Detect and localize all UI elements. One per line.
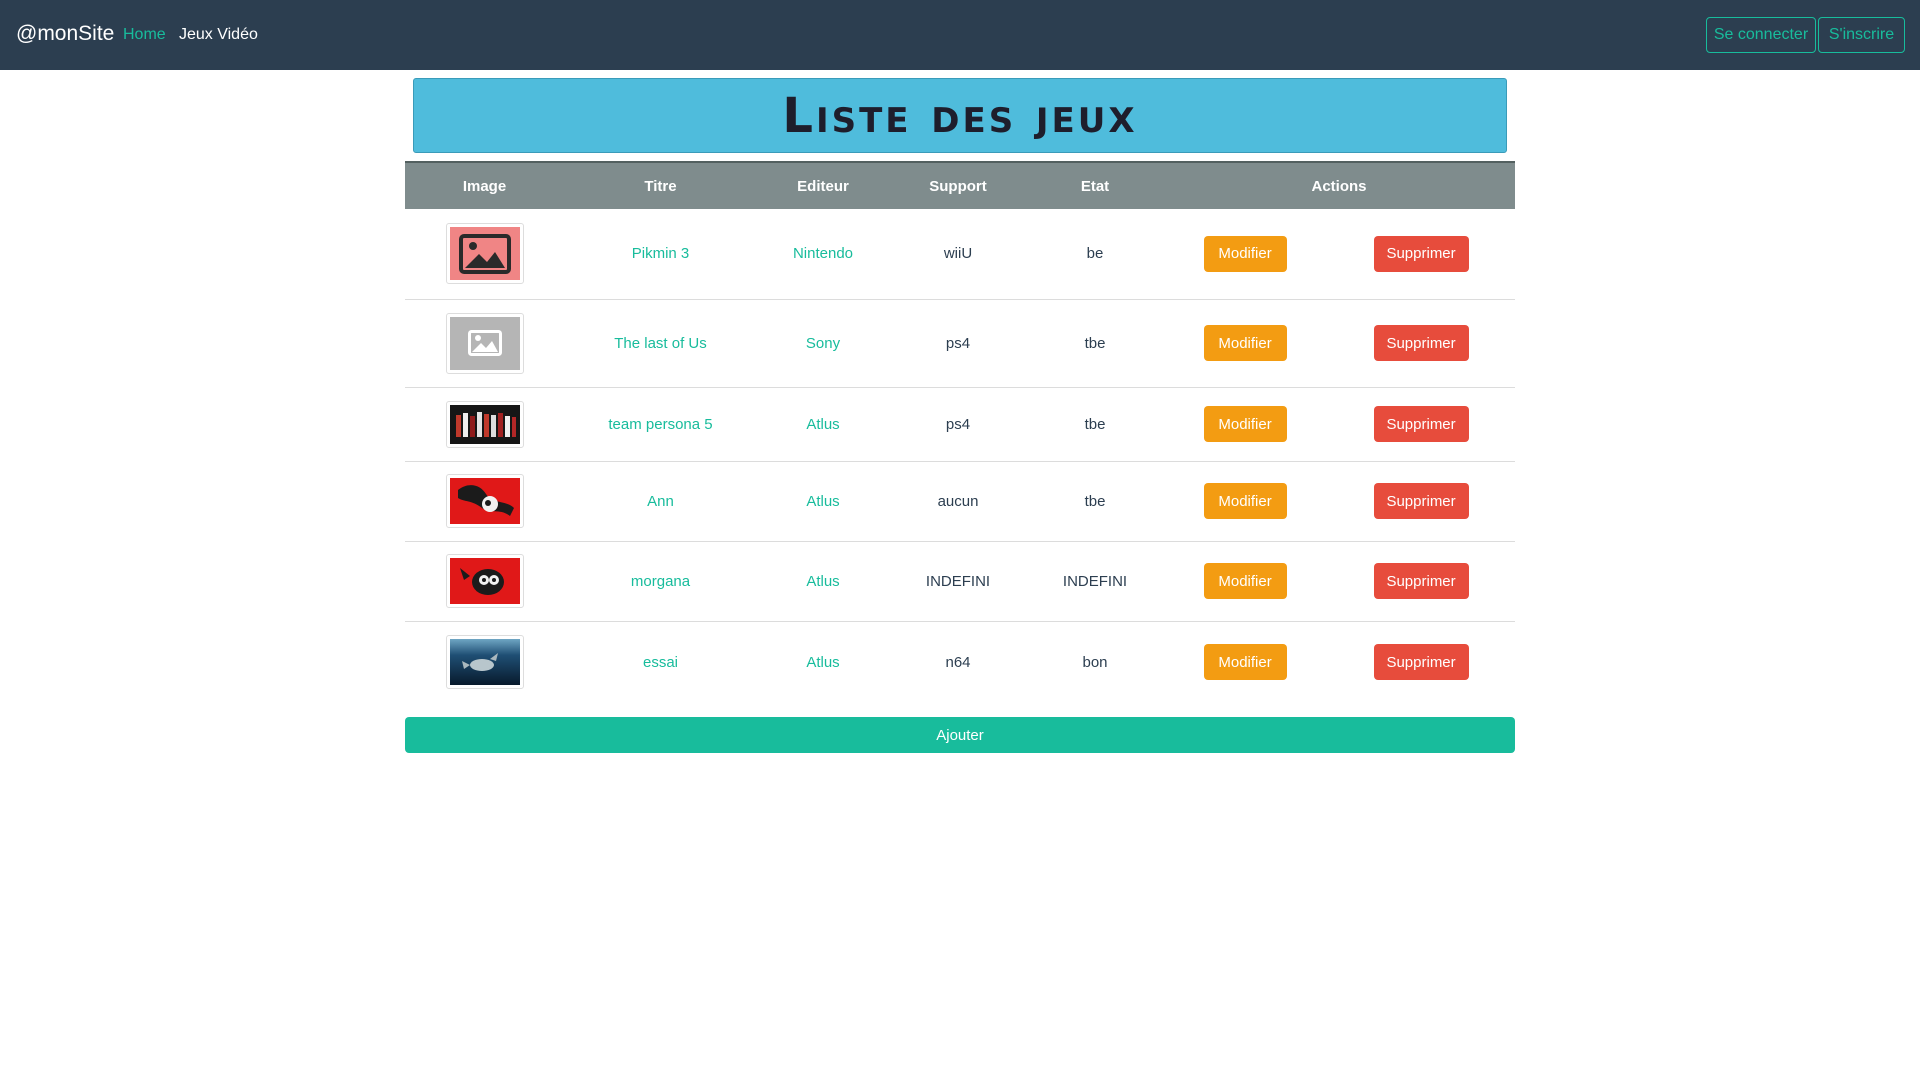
image-cell [405,386,564,461]
titre-cell[interactable]: Ann [564,460,757,541]
page-title: Liste des jeux [782,87,1138,144]
delete-button[interactable]: Supprimer [1373,644,1469,681]
titre-cell[interactable]: team persona 5 [564,386,757,461]
column-header-support: Support [889,161,1027,209]
table-row: morgana Atlus INDEFINI INDEFINI Modifier… [405,540,1515,621]
titre-cell[interactable]: The last of Us [564,298,757,387]
table-row: The last of Us Sony ps4 tbe Modifier Sup… [405,298,1515,387]
delete-cell: Supprimer [1327,209,1515,299]
brand-link[interactable]: @monSite [16,22,114,46]
etat-cell: tbe [1027,386,1163,461]
modify-cell: Modifier [1163,386,1328,461]
image-cell [405,540,564,621]
underwater-photo-thumbnail [449,639,520,686]
login-button[interactable]: Se connecter [1706,17,1816,53]
character-art-thumbnail [449,478,520,524]
image-cell [405,460,564,541]
game-thumbnail [445,554,524,608]
modify-button[interactable]: Modifier [1203,563,1287,599]
delete-button[interactable]: Supprimer [1373,483,1469,519]
table-row: Ann Atlus aucun tbe Modifier Supprimer [405,460,1515,541]
games-table: Image Titre Editeur Support Etat Actions [405,161,1515,703]
modify-button[interactable]: Modifier [1203,406,1287,442]
support-cell: wiiU [943,245,973,263]
support-cell: ps4 [889,298,1027,387]
navbar: @monSite Home Jeux Vidéo Se connecter S'… [0,0,1920,70]
support-cell: n64 [889,620,1027,703]
page-title-banner: Liste des jeux [413,78,1507,153]
editeur-cell[interactable]: Atlus [757,540,889,621]
modify-cell: Modifier [1163,540,1328,621]
titre-cell[interactable]: essai [564,620,757,703]
titre-cell[interactable]: morgana [564,540,757,621]
image-cell [405,209,564,299]
column-header-etat: Etat [1027,161,1163,209]
column-header-actions: Actions [1163,161,1515,209]
editeur-cell[interactable]: Atlus [757,620,889,703]
support-cell: ps4 [889,386,1027,461]
editeur-cell[interactable]: Atlus [757,460,889,541]
table-row: essai Atlus n64 bon Modifier Supprimer [405,620,1515,703]
image-cell [405,620,564,703]
character-art-thumbnail [449,558,520,604]
table-row: Pikmin 3 Nintendo wiiU be Modifier Suppr… [405,209,1515,299]
nav-link-home[interactable]: Home [123,26,166,44]
table-row: team persona 5 Atlus ps4 tbe Modifier Su… [405,386,1515,461]
column-header-image: Image [405,161,564,209]
etat-cell: bon [1027,620,1163,703]
modify-cell: Modifier [1163,620,1328,703]
modify-cell: Modifier [1163,460,1328,541]
delete-button[interactable]: Supprimer [1373,406,1469,442]
delete-cell: Supprimer [1327,298,1515,387]
group-photo-thumbnail [449,404,520,444]
nav-link-jeux-video[interactable]: Jeux Vidéo [179,26,258,44]
delete-button[interactable]: Supprimer [1373,325,1469,361]
delete-cell: Supprimer [1327,540,1515,621]
support-cell: INDEFINI [889,540,1027,621]
delete-cell: Supprimer [1327,460,1515,541]
modify-cell: Modifier [1163,209,1327,299]
titre-cell[interactable]: Pikmin 3 [564,209,757,299]
game-thumbnail [445,223,524,285]
table-header-row: Image Titre Editeur Support Etat Actions [405,161,1515,209]
signup-button[interactable]: S'inscrire [1818,17,1905,53]
etat-cell: tbe [1027,298,1163,387]
modify-button[interactable]: Modifier [1203,644,1287,681]
etat-cell: INDEFINI [1027,540,1163,621]
etat-cell: tbe [1027,460,1163,541]
image-cell [405,298,564,387]
modify-button[interactable]: Modifier [1203,325,1287,361]
game-thumbnail [445,312,524,374]
editeur-cell[interactable]: Sony [757,298,889,387]
game-thumbnail [445,635,524,690]
game-thumbnail [445,474,524,528]
etat-cell: be [1086,245,1104,263]
modify-cell: Modifier [1163,298,1328,387]
column-header-editeur: Editeur [757,161,889,209]
modify-button[interactable]: Modifier [1203,235,1287,272]
support-cell: aucun [889,460,1027,541]
delete-cell: Supprimer [1327,386,1515,461]
modify-button[interactable]: Modifier [1203,483,1287,519]
editeur-cell[interactable]: Atlus [757,386,889,461]
game-thumbnail [445,400,524,448]
delete-button[interactable]: Supprimer [1373,563,1469,599]
editeur-cell[interactable]: Nintendo [757,209,889,299]
column-header-titre: Titre [564,161,757,209]
delete-button[interactable]: Supprimer [1373,235,1469,272]
delete-cell: Supprimer [1327,620,1515,703]
placeholder-image-icon [449,227,520,281]
add-game-button[interactable]: Ajouter [405,717,1515,753]
placeholder-image-icon [449,316,520,370]
